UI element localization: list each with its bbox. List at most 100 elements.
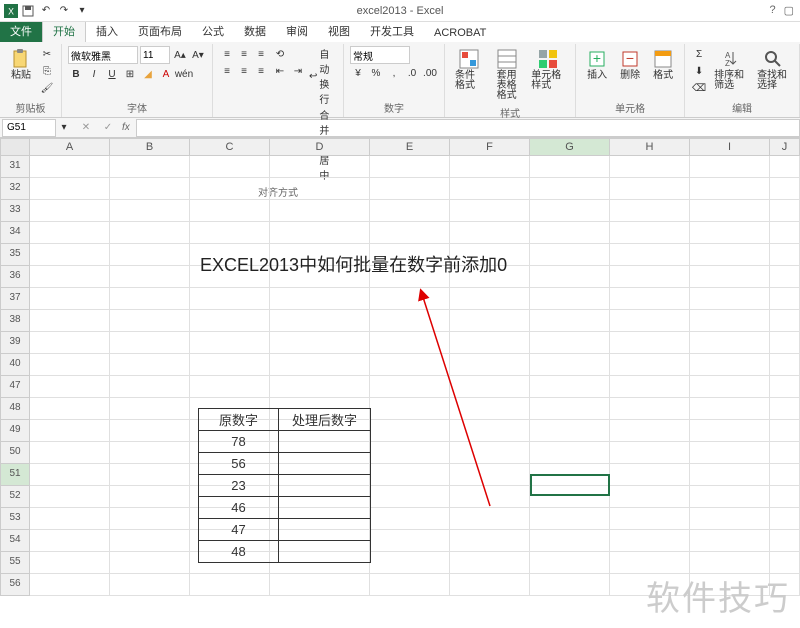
cell[interactable]	[770, 442, 800, 464]
row-header-39[interactable]: 39	[0, 332, 30, 354]
cell[interactable]	[370, 486, 450, 508]
cell[interactable]	[610, 376, 690, 398]
cell[interactable]	[450, 486, 530, 508]
cell[interactable]	[190, 574, 270, 596]
row-header-54[interactable]: 54	[0, 530, 30, 552]
cell[interactable]	[530, 552, 610, 574]
tab-layout[interactable]: 页面布局	[128, 20, 192, 42]
orientation-icon[interactable]: ⟲	[272, 46, 288, 62]
sort-filter-button[interactable]: AZ排序和筛选	[710, 46, 750, 93]
row-header-34[interactable]: 34	[0, 222, 30, 244]
col-header-E[interactable]: E	[370, 138, 450, 156]
cell[interactable]	[110, 354, 190, 376]
cell[interactable]	[530, 442, 610, 464]
cell[interactable]	[370, 288, 450, 310]
cell[interactable]	[450, 420, 530, 442]
cell[interactable]	[30, 244, 110, 266]
cell[interactable]	[30, 310, 110, 332]
autosum-icon[interactable]: Σ	[691, 46, 707, 62]
cell[interactable]	[30, 376, 110, 398]
fill-color-icon[interactable]: ◢	[140, 66, 156, 82]
cell[interactable]	[690, 288, 770, 310]
format-cells-button[interactable]: 格式	[648, 46, 678, 83]
border-icon[interactable]: ⊞	[122, 66, 138, 82]
cell[interactable]	[690, 486, 770, 508]
cell[interactable]	[610, 200, 690, 222]
cell[interactable]	[450, 552, 530, 574]
name-box[interactable]	[2, 119, 56, 137]
cancel-icon[interactable]: ✕	[78, 120, 94, 136]
cell[interactable]	[270, 310, 370, 332]
tab-file[interactable]: 文件	[0, 20, 42, 42]
cell[interactable]	[370, 222, 450, 244]
cell[interactable]	[370, 464, 450, 486]
cell[interactable]	[370, 508, 450, 530]
cell[interactable]	[450, 178, 530, 200]
cell[interactable]	[770, 354, 800, 376]
cell[interactable]	[370, 156, 450, 178]
align-left-icon[interactable]: ≡	[219, 63, 235, 79]
align-center-icon[interactable]: ≡	[236, 63, 252, 79]
cell[interactable]	[530, 420, 610, 442]
cell[interactable]	[690, 178, 770, 200]
cell[interactable]	[110, 530, 190, 552]
cell[interactable]	[110, 508, 190, 530]
cell[interactable]	[190, 156, 270, 178]
cell[interactable]	[110, 244, 190, 266]
cell[interactable]	[370, 178, 450, 200]
worksheet-grid[interactable]: ABCDEFGHIJ 31323334353637383940474849505…	[0, 138, 800, 628]
cell[interactable]	[610, 244, 690, 266]
cell[interactable]	[30, 156, 110, 178]
undo-icon[interactable]: ↶	[38, 3, 54, 19]
row-header-50[interactable]: 50	[0, 442, 30, 464]
font-size-select[interactable]	[140, 46, 170, 64]
delete-cells-button[interactable]: −删除	[615, 46, 645, 83]
cell[interactable]	[30, 508, 110, 530]
cell[interactable]	[770, 266, 800, 288]
row-header-55[interactable]: 55	[0, 552, 30, 574]
grow-font-icon[interactable]: A▴	[172, 47, 188, 63]
cell[interactable]	[690, 200, 770, 222]
cell[interactable]	[190, 310, 270, 332]
cell[interactable]	[770, 530, 800, 552]
cell[interactable]	[190, 332, 270, 354]
cell[interactable]	[610, 486, 690, 508]
help-icon[interactable]: ?	[769, 4, 775, 17]
cell[interactable]	[30, 464, 110, 486]
cell[interactable]	[610, 178, 690, 200]
cell[interactable]	[610, 354, 690, 376]
cell[interactable]	[110, 200, 190, 222]
dec-decimal-icon[interactable]: .00	[422, 65, 438, 81]
cell[interactable]	[110, 420, 190, 442]
tab-home[interactable]: 开始	[42, 19, 86, 42]
col-header-G[interactable]: G	[530, 138, 610, 156]
cell[interactable]	[450, 200, 530, 222]
cell[interactable]	[190, 288, 270, 310]
cell[interactable]	[610, 156, 690, 178]
cell[interactable]	[530, 530, 610, 552]
cell[interactable]	[370, 310, 450, 332]
cell[interactable]	[690, 332, 770, 354]
row-header-37[interactable]: 37	[0, 288, 30, 310]
cell[interactable]	[110, 574, 190, 596]
row-header-51[interactable]: 51	[0, 464, 30, 486]
cell[interactable]	[450, 398, 530, 420]
cell[interactable]	[690, 508, 770, 530]
cell[interactable]	[270, 354, 370, 376]
cell[interactable]	[770, 420, 800, 442]
cell[interactable]	[770, 156, 800, 178]
cell[interactable]	[270, 178, 370, 200]
cell[interactable]	[770, 200, 800, 222]
cell[interactable]	[450, 530, 530, 552]
cell[interactable]	[270, 376, 370, 398]
cell[interactable]	[530, 508, 610, 530]
cell[interactable]	[530, 376, 610, 398]
cell[interactable]	[690, 244, 770, 266]
cell[interactable]	[610, 420, 690, 442]
cell[interactable]	[770, 464, 800, 486]
cell[interactable]	[370, 574, 450, 596]
cell[interactable]	[30, 442, 110, 464]
outdent-icon[interactable]: ⇤	[272, 63, 288, 79]
cell[interactable]	[30, 178, 110, 200]
row-header-35[interactable]: 35	[0, 244, 30, 266]
